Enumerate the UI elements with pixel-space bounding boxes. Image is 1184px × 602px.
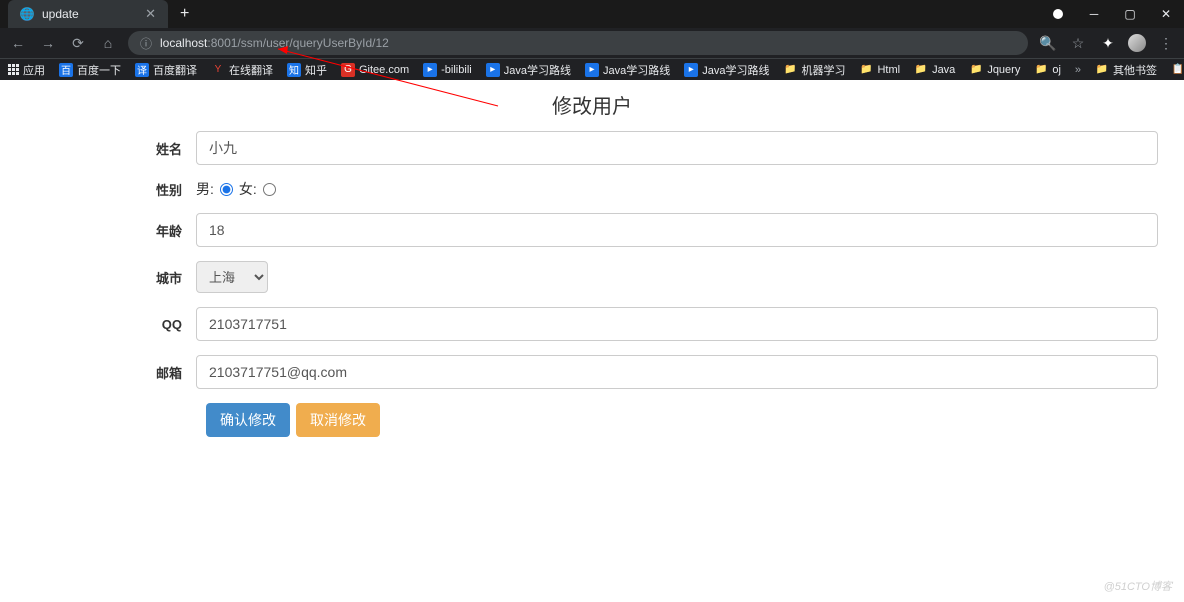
bookmark-item[interactable]: 📁 其他书签 [1095,62,1157,78]
page-title: 修改用户 [12,90,1172,119]
bookmark-label: 在线翻译 [229,62,273,78]
bookmark-item[interactable]: 📋阅读清单 [1171,62,1184,78]
label-city: 城市 [16,268,196,287]
apps-grid-icon [8,64,19,75]
bookmark-label: 其他书签 [1113,62,1157,78]
bookmark-icon: 📁 [859,63,873,77]
close-window-icon[interactable]: ✕ [1148,0,1184,28]
bookmark-icon: 📁 [1034,63,1048,77]
browser-tab[interactable]: 🌐 update ✕ [8,0,168,28]
bookmark-icon: G [341,63,355,77]
email-input[interactable] [196,355,1158,389]
bookmark-icon: 📁 [969,63,983,77]
new-tab-button[interactable]: + [168,5,201,23]
bookmark-label: 百度一下 [77,62,121,78]
watermark: @51CTO博客 [1104,578,1172,594]
reload-icon[interactable]: ⟳ [68,35,88,52]
male-radio[interactable] [220,183,233,196]
profile-avatar[interactable] [1128,34,1146,52]
bookmark-item[interactable]: G Gitee.com [341,63,409,77]
bookmark-icon: 知 [287,63,301,77]
bookmark-label: Java [932,64,955,76]
bookmark-icon: ▸ [585,63,599,77]
bookmark-icon: 译 [135,63,149,77]
info-icon: ⓘ [140,35,152,52]
address-port: :8001 [207,36,237,50]
bookmark-label: 机器学习 [801,62,845,78]
age-input[interactable] [196,213,1158,247]
search-icon[interactable]: 🔍 [1038,35,1058,52]
label-name: 姓名 [16,139,196,158]
bookmark-item[interactable]: 📁 oj [1034,63,1061,77]
forward-icon[interactable]: → [38,35,58,51]
bookmark-icon: ▸ [684,63,698,77]
back-icon[interactable]: ← [8,35,28,51]
bookmark-icon: 📁 [914,63,928,77]
bookmark-label: -bilibili [441,64,472,76]
home-icon[interactable]: ⌂ [98,35,118,51]
label-email: 邮箱 [16,363,196,382]
name-input[interactable] [196,131,1158,165]
account-circle-icon[interactable] [1040,0,1076,28]
female-radio[interactable] [263,183,276,196]
bookmark-item[interactable]: 译百度翻译 [135,62,197,78]
extensions-icon[interactable]: ✦ [1098,35,1118,52]
bookmark-item[interactable]: ▸ Java学习路线 [585,62,670,78]
bookmark-icon: 百 [59,63,73,77]
address-bar[interactable]: ⓘ localhost:8001/ssm/user/queryUserById/… [128,31,1028,55]
qq-input[interactable] [196,307,1158,341]
label-gender: 性别 [16,180,196,199]
male-radio-label: 男: [196,179,214,199]
menu-icon[interactable]: ⋮ [1156,35,1176,52]
bookmark-item[interactable]: 📁 Java [914,63,955,77]
bookmark-label: Java学习路线 [504,62,571,78]
bookmark-item[interactable]: ▸ Java学习路线 [486,62,571,78]
bookmark-label: 百度翻译 [153,62,197,78]
nav-bar: ← → ⟳ ⌂ ⓘ localhost:8001/ssm/user/queryU… [0,28,1184,58]
bookmark-item[interactable]: ▸ -bilibili [423,63,472,77]
bookmark-item[interactable]: 📁 Html [859,63,900,77]
label-qq: QQ [16,317,196,332]
cancel-button[interactable]: 取消修改 [296,403,380,437]
bookmark-icon: 📁 [783,63,797,77]
address-path: /ssm/user/queryUserById/12 [237,36,388,50]
tab-title: update [42,7,79,21]
bookmark-item[interactable]: 知知乎 [287,62,327,78]
label-age: 年龄 [16,221,196,240]
tab-favicon: 🌐 [20,7,34,21]
bookmark-icon: 📋 [1171,63,1184,77]
tab-close-icon[interactable]: ✕ [145,6,156,22]
bookmark-item[interactable]: ▸ Java学习路线 [684,62,769,78]
bookmark-item[interactable]: 📁 Jquery [969,63,1020,77]
confirm-button[interactable]: 确认修改 [206,403,290,437]
bookmark-icon: Y [211,63,225,77]
bookmark-label: Java学习路线 [702,62,769,78]
bookmark-icon: ▸ [486,63,500,77]
maximize-icon[interactable]: ▢ [1112,0,1148,28]
bookmark-label: oj [1052,64,1061,76]
bookmark-icon: 📁 [1095,63,1109,77]
bookmarks-overflow[interactable]: » [1075,64,1081,76]
bookmark-label: Jquery [987,64,1020,76]
city-select[interactable]: 上海 [196,261,268,293]
bookmark-label: Html [877,64,900,76]
bookmark-label: Gitee.com [359,64,409,76]
minimize-icon[interactable]: ─ [1076,0,1112,28]
female-radio-label: 女: [239,179,257,199]
apps-button[interactable]: 应用 [8,62,45,78]
bookmark-label: 知乎 [305,62,327,78]
bookmark-label: Java学习路线 [603,62,670,78]
bookmark-item[interactable]: 百百度一下 [59,62,121,78]
bookmark-icon: ▸ [423,63,437,77]
address-host: localhost [160,36,207,50]
bookmark-item[interactable]: 📁 机器学习 [783,62,845,78]
tab-bar: 🌐 update ✕ + ─ ▢ ✕ [0,0,1184,28]
bookmarks-bar: 应用 百百度一下译百度翻译 Y 在线翻译知知乎 G Gitee.com ▸ -bilibil… [0,58,1184,80]
star-icon[interactable]: ☆ [1068,35,1088,52]
bookmark-item[interactable]: Y 在线翻译 [211,62,273,78]
